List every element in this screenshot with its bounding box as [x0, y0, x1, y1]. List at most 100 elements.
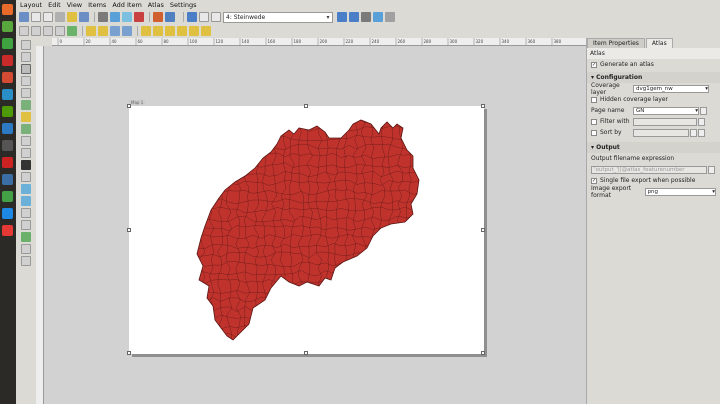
- menu-layout[interactable]: Layout: [20, 1, 42, 9]
- add-marker-icon[interactable]: [21, 196, 31, 206]
- atlas-first-icon[interactable]: [199, 12, 209, 22]
- move-content-icon[interactable]: [21, 76, 31, 86]
- zoom-full-icon[interactable]: [55, 26, 65, 36]
- tab-atlas[interactable]: Atlas: [645, 38, 673, 48]
- redo-icon[interactable]: [165, 12, 175, 22]
- resize-handle-t[interactable]: [304, 104, 308, 108]
- map-item[interactable]: [129, 106, 484, 354]
- tab-item-properties[interactable]: Item Properties: [587, 38, 645, 48]
- align-left-icon[interactable]: [165, 26, 175, 36]
- add-table-icon[interactable]: [21, 244, 31, 254]
- add-picture-icon[interactable]: [21, 124, 31, 134]
- distribute-icon[interactable]: [189, 26, 199, 36]
- export-pdf-icon[interactable]: [134, 12, 144, 22]
- edit-nodes-icon[interactable]: [21, 88, 31, 98]
- menu-add-item[interactable]: Add Item: [112, 1, 141, 9]
- select-icon[interactable]: [21, 64, 31, 74]
- terminal-icon[interactable]: [2, 140, 13, 151]
- resize-handle-bl[interactable]: [127, 351, 131, 355]
- app-icon-red[interactable]: [2, 55, 13, 66]
- image-format-combo[interactable]: png ▾: [644, 187, 716, 196]
- add-scalebar-icon[interactable]: [21, 160, 31, 170]
- resize-handle-b[interactable]: [304, 351, 308, 355]
- undo-icon[interactable]: [153, 12, 163, 22]
- resize-handle-l[interactable]: [127, 228, 131, 232]
- atlas-preview-icon[interactable]: [187, 12, 197, 22]
- chrome-icon[interactable]: [2, 123, 13, 134]
- add-shape-icon[interactable]: [21, 184, 31, 194]
- generate-atlas-checkbox[interactable]: ✓: [591, 61, 597, 68]
- spreadsheet-icon[interactable]: [2, 191, 13, 202]
- app-icon-red2[interactable]: [2, 157, 13, 168]
- files-icon[interactable]: [2, 174, 13, 185]
- duplicate-layout-icon[interactable]: [43, 12, 53, 22]
- sort-expression-icon[interactable]: [690, 128, 697, 137]
- app-icon-green[interactable]: [2, 38, 13, 49]
- lower-icon[interactable]: [153, 26, 163, 36]
- resize-icon[interactable]: [201, 26, 211, 36]
- lock-icon[interactable]: [86, 26, 96, 36]
- add-3d-map-icon[interactable]: [21, 112, 31, 122]
- align-center-icon[interactable]: [177, 26, 187, 36]
- atlas-next-icon[interactable]: [337, 12, 347, 22]
- zoom-in-icon[interactable]: [19, 26, 29, 36]
- atlas-settings-icon[interactable]: [385, 12, 395, 22]
- firefox-icon[interactable]: [2, 72, 13, 83]
- hidden-coverage-checkbox[interactable]: [591, 96, 597, 103]
- unlock-icon[interactable]: [98, 26, 108, 36]
- ungroup-icon[interactable]: [122, 26, 132, 36]
- print-icon[interactable]: [98, 12, 108, 22]
- filter-expression-field[interactable]: [633, 117, 697, 126]
- menu-settings[interactable]: Settings: [170, 1, 197, 9]
- resize-handle-tr[interactable]: [481, 104, 485, 108]
- raise-icon[interactable]: [141, 26, 151, 36]
- group-icon[interactable]: [110, 26, 120, 36]
- zoom-tool-icon[interactable]: [21, 52, 31, 62]
- expression-icon[interactable]: [700, 106, 707, 115]
- writer-icon[interactable]: [2, 208, 13, 219]
- export-image-icon[interactable]: [110, 12, 120, 22]
- add-map-icon[interactable]: [21, 100, 31, 110]
- export-svg-icon[interactable]: [122, 12, 132, 22]
- ubuntu-icon[interactable]: [2, 4, 13, 15]
- qgis-icon[interactable]: [2, 21, 13, 32]
- generate-atlas-row[interactable]: ✓ Generate an atlas: [587, 59, 720, 70]
- save-template-icon[interactable]: [79, 12, 89, 22]
- output-expression-icon[interactable]: [708, 165, 715, 174]
- resize-handle-tl[interactable]: [127, 104, 131, 108]
- app-icon-blue[interactable]: [2, 89, 13, 100]
- app-icon-green2[interactable]: [2, 106, 13, 117]
- add-label-icon[interactable]: [21, 136, 31, 146]
- add-north-arrow-icon[interactable]: [21, 172, 31, 182]
- sort-by-combo[interactable]: [633, 128, 689, 137]
- open-template-icon[interactable]: [67, 12, 77, 22]
- output-section[interactable]: ▾ Output: [587, 142, 720, 153]
- resize-handle-r[interactable]: [481, 228, 485, 232]
- filter-expression-icon[interactable]: [698, 117, 705, 126]
- atlas-print-icon[interactable]: [361, 12, 371, 22]
- zoom-actual-icon[interactable]: [43, 26, 53, 36]
- coverage-layer-combo[interactable]: dvg1gem_nw ▾: [633, 84, 709, 93]
- atlas-prev-icon[interactable]: [211, 12, 221, 22]
- output-filename-field[interactable]: 'output_'||@atlas_featurenumber: [591, 165, 707, 174]
- filter-with-checkbox[interactable]: [591, 118, 597, 125]
- layout-manager-icon[interactable]: [55, 12, 65, 22]
- new-layout-icon[interactable]: [31, 12, 41, 22]
- add-html-icon[interactable]: [21, 232, 31, 242]
- menu-view[interactable]: View: [67, 1, 82, 9]
- add-fixed-table-icon[interactable]: [21, 256, 31, 266]
- sort-order-icon[interactable]: [698, 128, 705, 137]
- page-name-combo[interactable]: GN ▾: [633, 106, 699, 115]
- pan-icon[interactable]: [21, 40, 31, 50]
- zoom-out-icon[interactable]: [31, 26, 41, 36]
- resize-handle-br[interactable]: [481, 351, 485, 355]
- menu-items[interactable]: Items: [88, 1, 106, 9]
- layout-page[interactable]: [127, 104, 485, 355]
- add-polyline-icon[interactable]: [21, 220, 31, 230]
- add-arrow-icon[interactable]: [21, 208, 31, 218]
- hidden-coverage-row[interactable]: Hidden coverage layer: [587, 94, 720, 105]
- refresh-icon[interactable]: [67, 26, 77, 36]
- atlas-export-icon[interactable]: [373, 12, 383, 22]
- save-icon[interactable]: [19, 12, 29, 22]
- atlas-feature-combo[interactable]: 4: Steinwede ▾: [223, 11, 333, 23]
